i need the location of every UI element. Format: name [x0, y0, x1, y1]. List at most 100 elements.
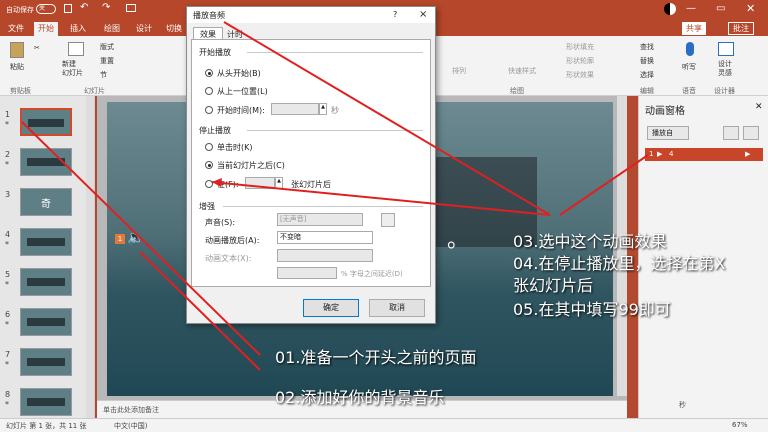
- slide-info: 幻灯片 第 1 张，共 11 张: [6, 422, 87, 430]
- after-slides-radio[interactable]: [205, 180, 213, 188]
- sound-select[interactable]: [无声音]: [277, 213, 363, 226]
- tab-draw[interactable]: 绘图: [104, 23, 120, 34]
- redo-icon[interactable]: ↷: [102, 2, 110, 13]
- animation-tag[interactable]: 1: [115, 234, 125, 244]
- present-icon[interactable]: [126, 4, 136, 12]
- annotation-step-4-cont: 张幻灯片后: [513, 276, 594, 295]
- shape-outline-button[interactable]: 形状轮廓: [566, 56, 594, 66]
- move-up-button[interactable]: [723, 126, 739, 140]
- new-slide-button[interactable]: 新建 幻灯片: [62, 60, 92, 78]
- play-from-button[interactable]: 播放自: [647, 126, 689, 140]
- design-ideas-button[interactable]: 设计 灵感: [718, 60, 732, 78]
- stop-playing-heading: 停止播放: [199, 126, 231, 135]
- animation-list-item[interactable]: 1 ▶ 4 ▶: [645, 148, 763, 161]
- after-animation-select[interactable]: 不变暗: [277, 231, 373, 244]
- start-time-spinner[interactable]: ▲: [319, 103, 327, 115]
- slide-thumbnail-8[interactable]: [20, 388, 72, 416]
- slides-after-suffix: 张幻灯片后: [291, 180, 331, 189]
- thumbnail-title-bar: [27, 398, 65, 406]
- animation-star: *: [5, 120, 9, 129]
- new-slide-icon[interactable]: [68, 42, 84, 56]
- slide-thumbnail-1[interactable]: [20, 108, 72, 136]
- slide-number: 5: [5, 270, 11, 279]
- dialog-close-button[interactable]: ×: [419, 9, 427, 20]
- timeline-bar-icon: ▶: [745, 150, 751, 158]
- microphone-icon[interactable]: [686, 42, 694, 56]
- from-beginning-radio[interactable]: [205, 69, 213, 77]
- thumbnail-title-bar: [28, 119, 64, 127]
- slide-number: 4: [5, 230, 11, 239]
- tab-insert[interactable]: 插入: [70, 23, 86, 34]
- on-click-label: 单击时(K): [217, 143, 253, 152]
- animation-star: *: [5, 280, 9, 289]
- close-window-icon[interactable]: ✕: [746, 2, 755, 15]
- start-time-input[interactable]: [271, 103, 319, 115]
- slide-thumbnail-4[interactable]: [20, 228, 72, 256]
- slide-thumbnail-3[interactable]: 奇: [20, 188, 72, 216]
- select-button[interactable]: 选择: [640, 70, 654, 80]
- slide-thumbnail-6[interactable]: [20, 308, 72, 336]
- move-down-button[interactable]: [743, 126, 759, 140]
- dialog-title: 播放音频: [193, 11, 225, 20]
- quick-styles-button[interactable]: 快速样式: [508, 66, 536, 76]
- thumbnail-text: 奇: [41, 199, 51, 210]
- after-current-slide-radio[interactable]: [205, 161, 213, 169]
- slide-thumbnail-2[interactable]: [20, 148, 72, 176]
- letter-delay-suffix: % 字母之间延迟(D): [341, 270, 403, 278]
- ok-button[interactable]: 确定: [303, 299, 359, 317]
- paste-button[interactable]: 粘贴: [10, 62, 24, 72]
- layout-button[interactable]: 版式: [100, 42, 114, 52]
- start-time-radio[interactable]: [205, 106, 213, 114]
- autosave-toggle[interactable]: 关: [36, 4, 56, 14]
- account-icon[interactable]: [664, 3, 676, 15]
- comments-button[interactable]: 批注: [728, 22, 754, 35]
- from-last-position-radio[interactable]: [205, 87, 213, 95]
- animate-text-select[interactable]: [277, 249, 373, 262]
- save-icon[interactable]: [64, 4, 72, 13]
- zoom-level[interactable]: 67%: [732, 421, 748, 429]
- cut-icon[interactable]: ✂: [34, 44, 40, 52]
- slide-count-spinner[interactable]: ▲: [275, 177, 283, 189]
- thumbnail-title-bar: [27, 158, 65, 166]
- section-button[interactable]: 节: [100, 70, 107, 80]
- slide-thumbnail-7[interactable]: [20, 348, 72, 376]
- minimize-icon[interactable]: —: [686, 3, 696, 14]
- slide-count-input[interactable]: [245, 177, 275, 189]
- sound-volume-button[interactable]: [381, 213, 395, 227]
- replace-button[interactable]: 替换: [640, 56, 654, 66]
- find-button[interactable]: 查找: [640, 42, 654, 52]
- annotation-step-3: 03.选中这个动画效果: [513, 232, 667, 251]
- undo-icon[interactable]: ↶: [80, 2, 88, 13]
- tab-design[interactable]: 设计: [136, 23, 152, 34]
- animation-star: *: [5, 360, 9, 369]
- start-time-label: 开始时间(M):: [217, 106, 265, 115]
- slide-number: 8: [5, 390, 11, 399]
- cancel-button[interactable]: 取消: [369, 299, 425, 317]
- shape-fill-button[interactable]: 形状填充: [566, 42, 594, 52]
- on-click-radio[interactable]: [205, 143, 213, 151]
- tab-home[interactable]: 开始: [34, 22, 58, 36]
- paste-icon[interactable]: [10, 42, 24, 58]
- clipboard-group-label: 剪贴板: [10, 87, 31, 95]
- thumbnail-title-bar: [27, 318, 65, 326]
- slide-thumbnail-5[interactable]: [20, 268, 72, 296]
- language-indicator[interactable]: 中文(中国): [114, 421, 147, 431]
- tab-transitions[interactable]: 切换: [166, 23, 182, 34]
- letter-delay-input[interactable]: [277, 267, 337, 279]
- arrange-button[interactable]: 排列: [452, 66, 466, 76]
- share-button[interactable]: 共享: [682, 22, 706, 35]
- reset-button[interactable]: 重置: [100, 56, 114, 66]
- close-icon[interactable]: ✕: [755, 102, 763, 112]
- speaker-icon[interactable]: 🔈: [127, 230, 144, 246]
- tab-file[interactable]: 文件: [8, 23, 24, 34]
- animation-star: *: [5, 160, 9, 169]
- maximize-icon[interactable]: ▭: [716, 3, 725, 14]
- thumbnail-scrollbar[interactable]: [86, 96, 94, 418]
- autosave-label: 自动保存: [6, 6, 34, 14]
- shape-effects-button[interactable]: 形状效果: [566, 70, 594, 80]
- help-button[interactable]: ?: [393, 10, 397, 19]
- slide-number: 6: [5, 310, 11, 319]
- dictate-button[interactable]: 听写: [682, 62, 696, 72]
- design-ideas-icon[interactable]: [718, 42, 734, 56]
- thumbnail-title-bar: [27, 238, 65, 246]
